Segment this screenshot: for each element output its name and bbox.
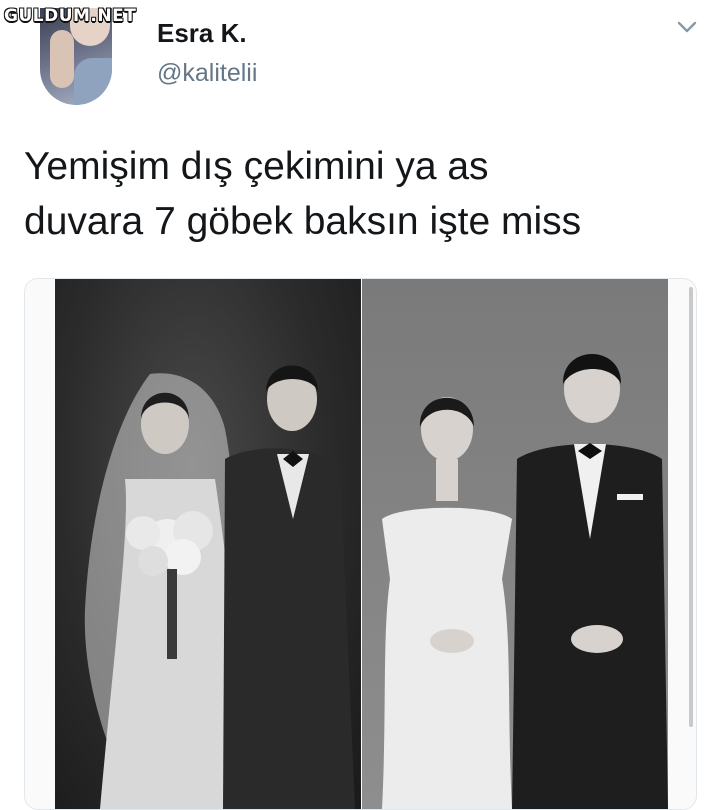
- site-watermark: GULDUM.NET: [4, 6, 137, 26]
- media-scrollbar[interactable]: [689, 287, 693, 727]
- tweet-text: Yemişim dış çekimini ya as duvara 7 göbe…: [24, 145, 582, 243]
- wedding-photo-vintage: [55, 279, 361, 809]
- author-handle[interactable]: @kalitelii: [157, 59, 257, 88]
- chevron-down-icon[interactable]: [674, 14, 700, 40]
- avatar-sleeve: [74, 58, 112, 105]
- tweet-media[interactable]: [24, 278, 697, 810]
- wedding-photo-modern: [362, 279, 668, 809]
- author-display-name[interactable]: Esra K.: [157, 18, 247, 49]
- avatar-hand: [50, 30, 74, 88]
